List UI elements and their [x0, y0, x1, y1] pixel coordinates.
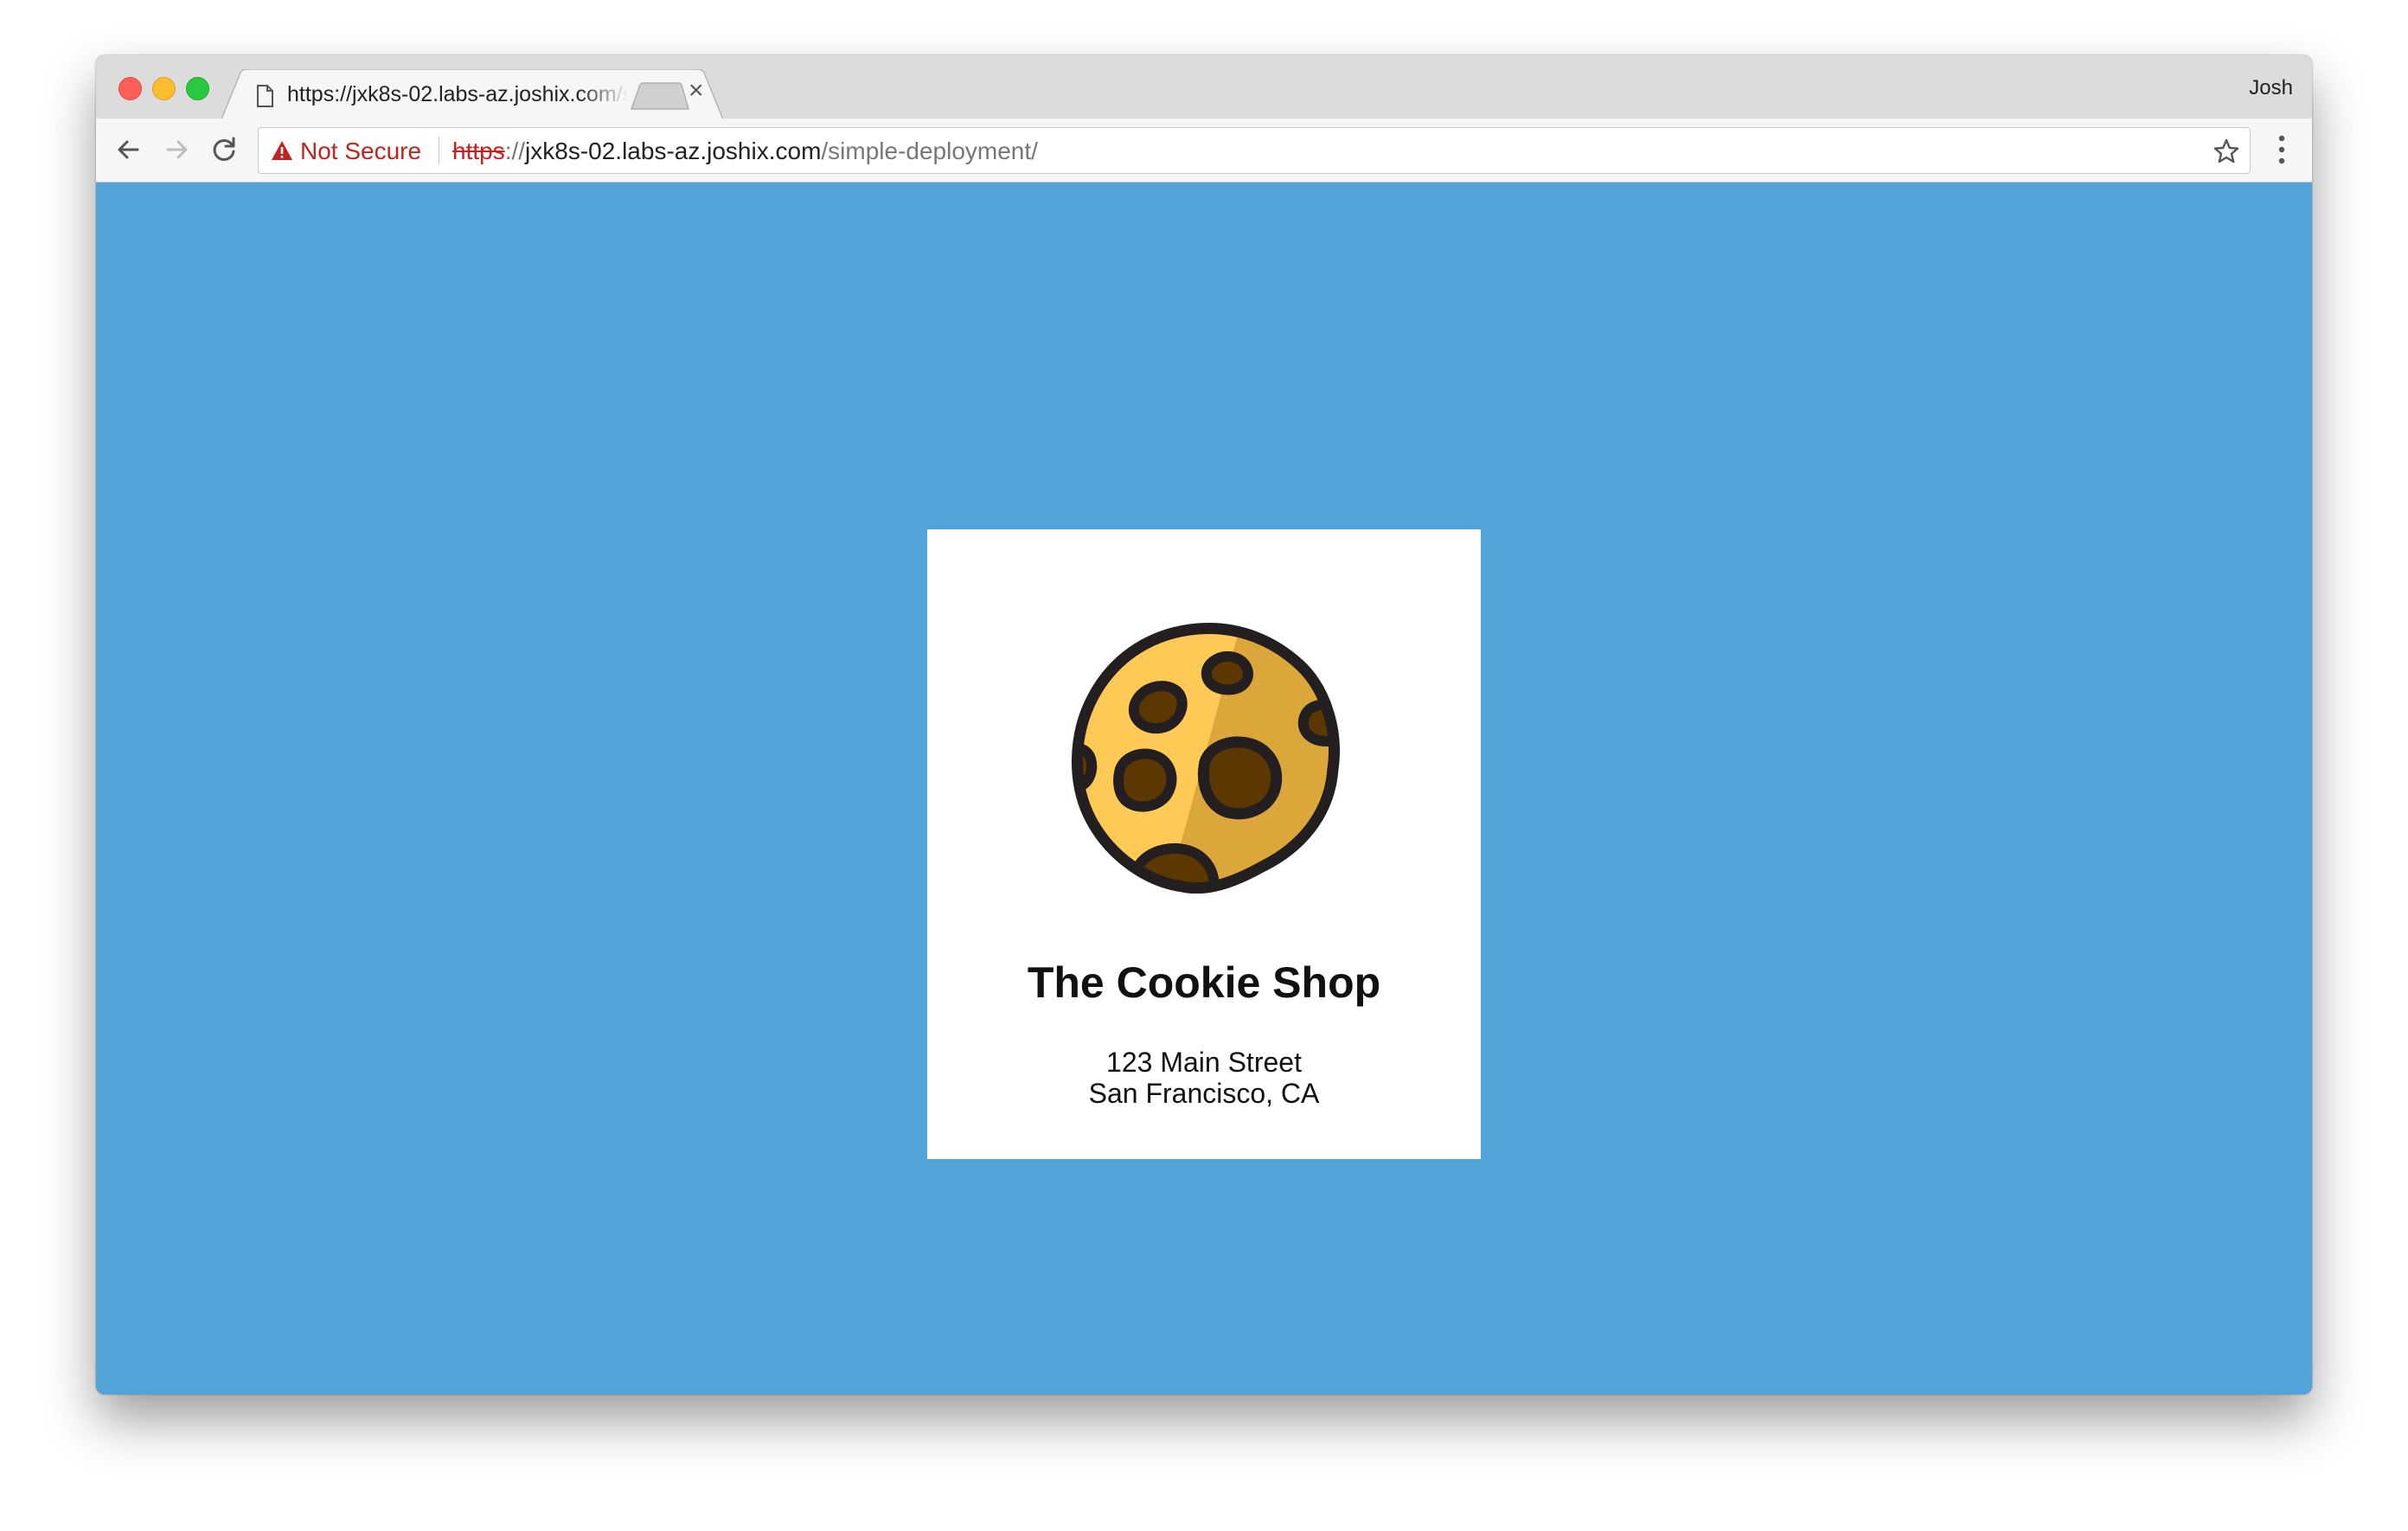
close-window-button[interactable] [118, 77, 142, 100]
shop-address: 123 Main Street San Francisco, CA [927, 1047, 1481, 1109]
url-host: jxk8s-02.labs-az.joshix.com [525, 138, 822, 164]
url-path: /simple-deployment/ [821, 138, 1038, 164]
url-scheme: https [452, 138, 505, 164]
tab-close-button[interactable]: × [688, 78, 704, 104]
minimize-window-button[interactable] [152, 77, 176, 100]
tab-title: https://jxk8s-02.labs-az.joshix.com/simp… [287, 82, 629, 106]
reload-button[interactable] [207, 132, 241, 167]
address-bar[interactable]: Not Secure https://jxk8s-02.labs-az.josh… [258, 127, 2251, 174]
zoom-window-button[interactable] [186, 77, 209, 100]
address-line-2: San Francisco, CA [1088, 1078, 1320, 1109]
page-content: The Cookie Shop 123 Main Street San Fran… [96, 183, 2312, 1394]
url-separator: :// [504, 138, 526, 164]
warning-triangle-icon [272, 141, 292, 160]
security-label[interactable]: Not Secure [300, 138, 421, 165]
vertical-dots-icon[interactable] [2277, 134, 2286, 165]
cookie-icon [1071, 622, 1340, 894]
tab-strip: https://jxk8s-02.labs-az.joshix.com/simp… [96, 55, 2312, 119]
star-icon[interactable] [2213, 138, 2239, 164]
profile-name[interactable]: Josh [2249, 76, 2293, 100]
shop-name: The Cookie Shop [1027, 958, 1381, 1007]
back-button[interactable] [112, 132, 146, 167]
shop-card: The Cookie Shop 123 Main Street San Fran… [927, 529, 1481, 1159]
url-text[interactable]: https://jxk8s-02.labs-az.joshix.com/simp… [452, 138, 1038, 165]
browser-toolbar: Not Secure https://jxk8s-02.labs-az.josh… [96, 119, 2312, 183]
document-icon [257, 85, 273, 107]
address-line-1: 123 Main Street [1106, 1047, 1302, 1078]
browser-window: https://jxk8s-02.labs-az.joshix.com/simp… [96, 55, 2312, 1394]
new-tab-button[interactable] [630, 81, 690, 111]
forward-button[interactable] [159, 132, 194, 167]
